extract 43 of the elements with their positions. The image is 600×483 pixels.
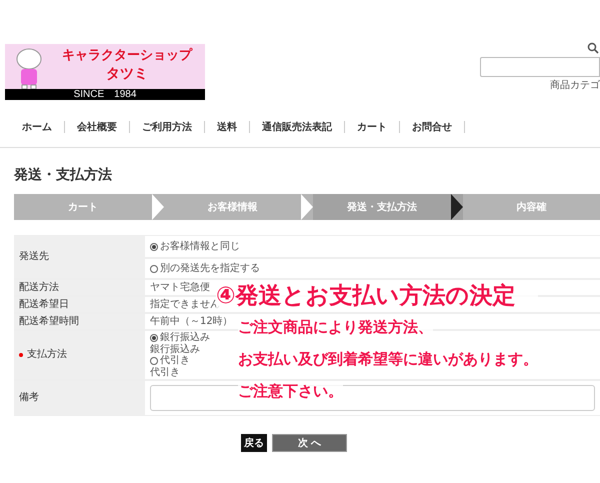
option-note: 銀行振込み (150, 344, 200, 355)
option-note: 代引き (150, 367, 180, 378)
nav-link[interactable]: 通信販売法表記 (250, 120, 344, 134)
step-label: 内容確 (516, 200, 546, 214)
nav-link[interactable]: カート (345, 120, 399, 134)
nav-link[interactable]: ホーム (10, 120, 64, 134)
radio-button[interactable] (150, 334, 158, 342)
nav-link[interactable]: 送料 (205, 120, 249, 134)
category-label: 商品カテゴ (550, 80, 600, 92)
nav-link[interactable]: ご利用方法 (130, 120, 204, 134)
row-label: 支払方法 (27, 349, 67, 361)
radio-button[interactable] (150, 264, 158, 272)
back-button[interactable]: 戻る (241, 434, 267, 452)
shop-logo[interactable]: キャラクターショップ タツミ SINCE 1984 (5, 44, 205, 100)
required-icon (19, 353, 23, 357)
row-label: 配送希望日 (19, 298, 69, 310)
radio-option[interactable]: 代引き (150, 355, 190, 367)
annotation-title: ④発送とお支払い方法の決定 (216, 281, 538, 311)
logo-subtitle: タツミ (106, 65, 148, 83)
row-label: 備考 (19, 392, 39, 404)
annotation-text: ご注意下さい。 (238, 381, 343, 401)
page-heading: 発送・支払方法 (14, 166, 113, 184)
row-label: 発送先 (19, 251, 49, 263)
step-label: お客様情報 (207, 200, 258, 214)
radio-option[interactable]: 別の発送先を指定する (150, 262, 260, 274)
row-label: 配送希望時間 (19, 316, 79, 328)
nav-link[interactable]: お問合せ (400, 120, 464, 134)
logo-since: SINCE 1984 (74, 89, 136, 100)
search-field[interactable] (480, 57, 600, 77)
radio-option[interactable]: お客様情報と同じ (150, 240, 240, 252)
next-button[interactable]: 次 へ (272, 434, 347, 452)
annotation-text: ご注文商品により発送方法、 (238, 317, 433, 337)
search-icon[interactable] (587, 42, 599, 54)
field-value: 午前中（～12時） (150, 316, 233, 328)
radio-button[interactable] (150, 357, 158, 365)
radio-option[interactable]: 銀行振込み (150, 332, 210, 344)
radio-button[interactable] (150, 242, 158, 250)
field-value: ヤマト宅急便 (150, 282, 210, 294)
nav-link[interactable]: 会社概要 (65, 120, 129, 134)
step-label: カート (68, 200, 98, 214)
row-label: 配送方法 (19, 282, 59, 294)
logo-title: キャラクターショップ (62, 47, 192, 65)
step-label: 発送・支払方法 (346, 200, 417, 214)
